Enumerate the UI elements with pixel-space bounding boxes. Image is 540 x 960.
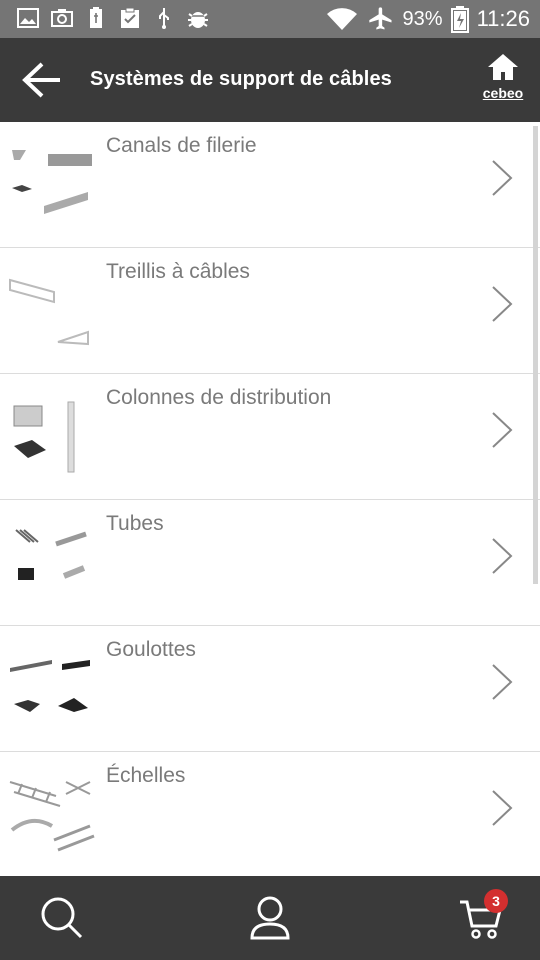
list-item-label: Canals de filerie — [106, 134, 257, 157]
wifi-icon — [326, 8, 357, 30]
list-item[interactable]: Tubes — [0, 500, 540, 626]
clock: 11:26 — [476, 6, 530, 31]
clipboard-check-icon — [121, 7, 139, 28]
chevron-right-icon — [492, 286, 513, 322]
battery-charging-icon — [450, 6, 469, 33]
product-thumbnail — [12, 150, 92, 214]
system-icons: 93% 11:26 — [325, 5, 530, 33]
list-item[interactable]: Échelles — [0, 752, 540, 876]
product-thumbnail — [9, 278, 89, 346]
usb-battery-icon — [90, 7, 102, 28]
battery-percent: 93% — [402, 7, 443, 30]
list-item-label: Treillis à câbles — [106, 260, 250, 283]
home-icon — [488, 54, 518, 80]
search-icon[interactable] — [38, 894, 86, 942]
cebeo-logo: cebeo — [482, 85, 524, 101]
list-item-label: Colonnes de distribution — [106, 386, 332, 409]
chevron-right-icon — [492, 538, 513, 574]
list-item[interactable]: Colonnes de distribution — [0, 374, 540, 500]
user-icon[interactable] — [246, 894, 294, 942]
product-thumbnail — [15, 529, 87, 580]
page-title: Systèmes de support de câbles — [90, 68, 392, 90]
app-bar: Systèmes de support de câbles cebeo — [0, 38, 540, 122]
list-item[interactable]: Treillis à câbles — [0, 248, 540, 374]
chevron-right-icon — [492, 412, 513, 448]
scrollbar[interactable] — [533, 126, 538, 584]
list-item-label: Goulottes — [106, 638, 196, 661]
list-item-label: Tubes — [106, 512, 164, 535]
chevron-right-icon — [492, 790, 513, 826]
list-item[interactable]: Canals de filerie — [0, 122, 540, 248]
notification-icons — [16, 6, 210, 30]
category-list: Canals de filerie Treillis à câbles Colo… — [0, 122, 540, 876]
chevron-right-icon — [492, 160, 513, 196]
product-thumbnail — [13, 401, 75, 473]
usb-icon — [159, 8, 169, 29]
android-debug-icon — [188, 12, 208, 28]
back-arrow-icon[interactable] — [20, 60, 62, 100]
product-thumbnail — [9, 781, 95, 852]
camera-icon — [51, 9, 73, 27]
chevron-right-icon — [492, 664, 513, 700]
list-item-label: Échelles — [106, 764, 186, 787]
image-icon — [17, 8, 39, 28]
list-item[interactable]: Goulottes — [0, 626, 540, 752]
bottom-nav — [0, 876, 540, 960]
cart-badge: 3 — [484, 889, 508, 913]
status-bar: 93% 11:26 — [0, 0, 540, 38]
product-thumbnail — [10, 660, 90, 712]
home-button[interactable]: cebeo — [478, 52, 528, 104]
airplane-mode-icon — [368, 7, 392, 30]
